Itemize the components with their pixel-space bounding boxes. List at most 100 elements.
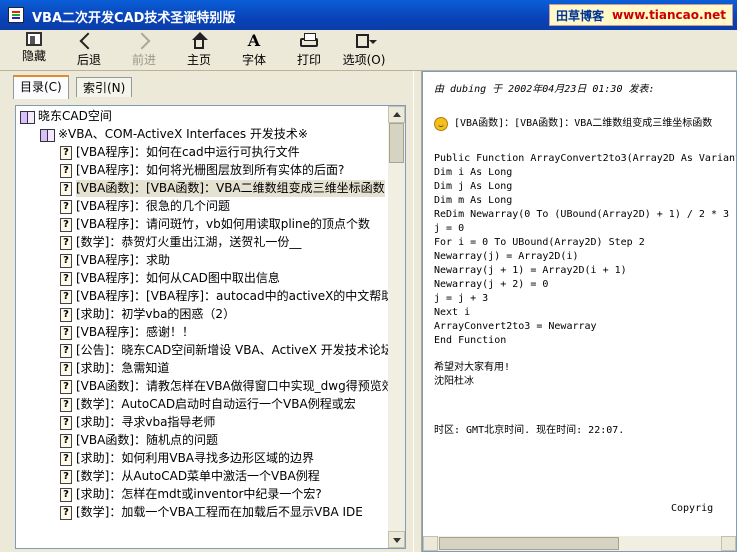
help-topic-icon: ? bbox=[60, 469, 72, 484]
tree-topic-item[interactable]: ? [VBA函数]：请教怎样在VBA做得窗口中实现_dwg得预览效 bbox=[60, 378, 394, 395]
tree-topic-label: [VBA程序]：求助 bbox=[76, 253, 171, 267]
blog-url: www.tiancao.net bbox=[612, 8, 726, 22]
tree-topic-label: [VBA程序]：请问斑竹，vb如何用读取pline的顶点个数 bbox=[76, 217, 371, 231]
blog-name: 田草博客 bbox=[556, 8, 605, 23]
tree-topic-item[interactable]: ? [求助]：寻求vba指导老师 bbox=[60, 414, 215, 431]
hide-button[interactable]: 隐藏 bbox=[12, 32, 56, 68]
scroll-left-arrow-icon[interactable] bbox=[423, 536, 438, 551]
tree-topic-item[interactable]: ? [数学]：AutoCAD启动时自动运行一个VBA例程或宏 bbox=[60, 396, 356, 413]
tree-root[interactable]: 晓东CAD空间 bbox=[20, 108, 112, 125]
font-button[interactable]: A 字体 bbox=[232, 32, 276, 68]
back-button[interactable]: 后退 bbox=[67, 32, 111, 68]
tree-topic-item[interactable]: ? [求助]：初学vba的困惑（2） bbox=[60, 306, 235, 323]
help-topic-icon: ? bbox=[60, 163, 72, 178]
code-line: j = j + 3 bbox=[434, 293, 489, 304]
help-topic-icon: ? bbox=[60, 235, 72, 250]
options-label: 选项(O) bbox=[342, 53, 386, 67]
home-button[interactable]: 主页 bbox=[177, 32, 221, 68]
timezone-text: 时区: GMT北京时间. 现在时间: 22:07. bbox=[434, 425, 625, 436]
print-label: 打印 bbox=[296, 53, 321, 67]
font-label: 字体 bbox=[241, 53, 266, 67]
tree-topic-item[interactable]: ? [求助]：急需知道 bbox=[60, 360, 169, 377]
post-meta: 由 dubing 于 2002年04月23日 01:30 发表: bbox=[434, 84, 655, 95]
scroll-right-arrow-icon[interactable] bbox=[721, 536, 736, 551]
tree-topic-label: [VBA程序]：[VBA程序]：autocad中的activeX的中文帮助 bbox=[76, 289, 394, 303]
tree-topic-item[interactable]: ? [VBA程序]：[VBA程序]：autocad中的activeX的中文帮助 bbox=[60, 288, 393, 305]
tree-topic-item[interactable]: ? [VBA程序]：如何将光栅图层放到所有实体的后面? bbox=[60, 162, 344, 179]
toolbar: 隐藏 后退 前进 主页 A 字体 打印 选项(O) bbox=[0, 30, 737, 71]
blog-banner: 田草博客 www.tiancao.net bbox=[549, 4, 733, 26]
scroll-thumb[interactable] bbox=[389, 123, 404, 163]
tree-topic-item[interactable]: ? [求助]：如何利用VBA寻找多边形区域的边界 bbox=[60, 450, 314, 467]
code-line: Newarray(j + 1) = Array2D(i + 1) bbox=[434, 265, 627, 276]
code-line: ReDim Newarray(0 To (UBound(Array2D) + 1… bbox=[434, 209, 737, 220]
navigation-pane: 目录(C) 索引(N) 晓东CAD空间 ※VBA、COM-ActiveX Int… bbox=[0, 71, 413, 552]
tree-topic-label: [求助]：急需知道 bbox=[76, 361, 170, 375]
tree-topic-item[interactable]: ? [VBA函数]：[VBA函数]：VBA二维数组变成三维坐标函数 bbox=[60, 180, 385, 197]
tree-topic-item[interactable]: ? [数学]：恭贺灯火重出江湖，送贺礼一份__ bbox=[60, 234, 301, 251]
tree-topic-label: [数学]：加载一个VBA工程而在加载后不显示VBA IDE bbox=[76, 505, 363, 519]
tree-topic-item[interactable]: ? [VBA程序]：感谢！！ bbox=[60, 324, 194, 341]
tree-topic-item[interactable]: ? [求助]：怎样在mdt或inventor中纪录一个宏? bbox=[60, 486, 322, 503]
back-arrow-icon bbox=[78, 32, 100, 50]
post-subject-text: [VBA函数]：[VBA函数]：VBA二维数组变成三维坐标函数 bbox=[454, 118, 713, 129]
forward-label: 前进 bbox=[131, 53, 156, 67]
code-line: Newarray(j + 2) = 0 bbox=[434, 279, 549, 290]
scroll-up-arrow-icon[interactable] bbox=[388, 106, 405, 123]
open-book-icon bbox=[40, 128, 55, 142]
signature: 沈阳杜冰 bbox=[434, 376, 474, 387]
hide-label: 隐藏 bbox=[21, 49, 46, 63]
title-bar[interactable]: VBA二次开发CAD技术圣诞特别版 田草博客 www.tiancao.net bbox=[0, 0, 737, 30]
code-line: Newarray(j) = Array2D(i) bbox=[434, 251, 579, 262]
tree-topic-item[interactable]: ? [公告]：晓东CAD空间新增设 VBA、ActiveX 开发技术论坛， bbox=[60, 342, 405, 359]
help-topic-icon: ? bbox=[60, 253, 72, 268]
help-topic-icon: ? bbox=[60, 289, 72, 304]
tree-topic-item[interactable]: ? [VBA程序]：很急的几个问题 bbox=[60, 198, 230, 215]
scroll-down-arrow-icon[interactable] bbox=[388, 531, 405, 548]
tree-folder[interactable]: ※VBA、COM-ActiveX Interfaces 开发技术※ bbox=[40, 126, 308, 143]
help-topic-icon: ? bbox=[60, 325, 72, 340]
forward-arrow-icon bbox=[133, 32, 155, 50]
tree-root-label: 晓东CAD空间 bbox=[38, 109, 112, 123]
content-hscrollbar[interactable] bbox=[423, 536, 736, 551]
tree-topic-item[interactable]: ? [VBA程序]：请问斑竹，vb如何用读取pline的顶点个数 bbox=[60, 216, 370, 233]
tab-index-label: 索引(N) bbox=[83, 81, 126, 95]
help-topic-icon: ? bbox=[60, 361, 72, 376]
code-line: End Function bbox=[434, 335, 507, 346]
code-line: Dim i As Long bbox=[434, 167, 513, 178]
tree-topic-item[interactable]: ? [数学]：从AutoCAD菜单中激活一个VBA例程 bbox=[60, 468, 320, 485]
tree-topic-item[interactable]: ? [VBA程序]：求助 bbox=[60, 252, 170, 269]
tree-topic-item[interactable]: ? [VBA函数]：随机点的问题 bbox=[60, 432, 218, 449]
window-title: VBA二次开发CAD技术圣诞特别版 bbox=[32, 11, 236, 26]
tree-topic-item[interactable]: ? [数学]：加载一个VBA工程而在加载后不显示VBA IDE bbox=[60, 504, 363, 521]
tree-topic-label: [VBA程序]：感谢！！ bbox=[76, 325, 195, 339]
tree-topic-item[interactable]: ? [VBA程序]：如何从CAD图中取出信息 bbox=[60, 270, 280, 287]
tree-scrollbar[interactable] bbox=[388, 106, 405, 548]
tree-topic-label: [公告]：晓东CAD空间新增设 VBA、ActiveX 开发技术论坛， bbox=[76, 343, 405, 357]
help-topic-icon: ? bbox=[60, 145, 72, 160]
tree-topic-label: [求助]：如何利用VBA寻找多边形区域的边界 bbox=[76, 451, 315, 465]
tree-topic-item[interactable]: ? [VBA程序]：如何在cad中运行可执行文件 bbox=[60, 144, 300, 161]
home-label: 主页 bbox=[186, 53, 211, 67]
tree-topic-label: [VBA程序]：如何将光栅图层放到所有实体的后面? bbox=[76, 163, 345, 177]
post-subject: [VBA函数]：[VBA函数]：VBA二维数组变成三维坐标函数 bbox=[434, 117, 712, 131]
code-line: For i = 0 To UBound(Array2D) Step 2 bbox=[434, 237, 645, 248]
forward-button[interactable]: 前进 bbox=[122, 32, 166, 68]
help-topic-icon: ? bbox=[60, 505, 72, 520]
tab-contents[interactable]: 目录(C) bbox=[13, 75, 69, 99]
tab-index[interactable]: 索引(N) bbox=[76, 77, 133, 97]
home-icon bbox=[188, 32, 210, 50]
help-topic-icon: ? bbox=[60, 181, 72, 196]
font-icon: A bbox=[247, 31, 261, 50]
code-line: Dim j As Long bbox=[434, 181, 513, 192]
print-button[interactable]: 打印 bbox=[287, 32, 331, 68]
hscroll-thumb[interactable] bbox=[439, 537, 619, 550]
help-topic-icon: ? bbox=[60, 343, 72, 358]
printer-icon bbox=[298, 32, 320, 50]
pane-splitter[interactable] bbox=[413, 71, 422, 552]
code-line: Next i bbox=[434, 307, 471, 318]
tree-topic-label: [求助]：怎样在mdt或inventor中纪录一个宏? bbox=[76, 487, 322, 501]
help-topic-icon: ? bbox=[60, 433, 72, 448]
options-button[interactable]: 选项(O) bbox=[338, 32, 390, 68]
contents-tree[interactable]: 晓东CAD空间 ※VBA、COM-ActiveX Interfaces 开发技术… bbox=[15, 105, 406, 549]
